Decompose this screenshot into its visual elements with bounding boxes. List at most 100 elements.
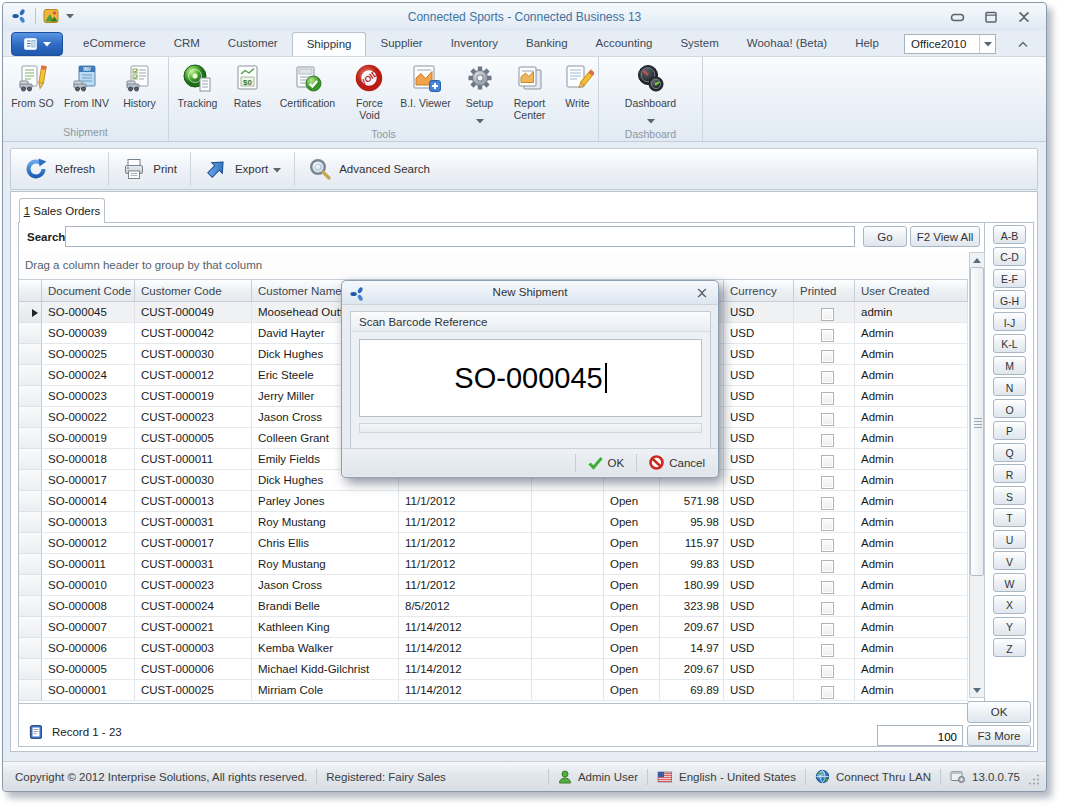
alphabet-button-a-b[interactable]: A-B — [993, 225, 1026, 244]
restore-button[interactable] — [981, 9, 1001, 25]
search-input[interactable] — [65, 226, 855, 247]
printed-checkbox[interactable] — [821, 539, 834, 552]
printed-checkbox[interactable] — [821, 497, 834, 510]
column-header-customer-code[interactable]: Customer Code — [135, 279, 252, 302]
alphabet-button-v[interactable]: V — [993, 551, 1026, 570]
printed-checkbox[interactable] — [821, 392, 834, 405]
toolbar-button-export[interactable]: Export — [191, 149, 294, 189]
table-row[interactable]: SO-000010CUST-000023Jason Cross11/1/2012… — [19, 575, 968, 596]
page-size-input[interactable] — [877, 725, 963, 746]
application-menu-button[interactable] — [11, 32, 63, 56]
ribbon-button-dashboard[interactable]: Dashboard — [599, 60, 702, 128]
minimize-button[interactable] — [948, 9, 968, 25]
printed-checkbox[interactable] — [821, 581, 834, 594]
table-row[interactable]: SO-000006CUST-000003Kemba Walker11/14/20… — [19, 638, 968, 659]
alphabet-button-x[interactable]: X — [993, 595, 1026, 614]
dialog-cancel-button[interactable]: Cancel — [637, 449, 717, 476]
column-header-currency[interactable]: Currency — [724, 279, 794, 302]
toolbar-button-advanced-search[interactable]: Advanced Search — [295, 149, 443, 189]
printed-checkbox[interactable] — [821, 602, 834, 615]
ribbon-button-tracking[interactable]: Tracking — [170, 60, 226, 128]
printed-checkbox[interactable] — [821, 623, 834, 636]
alphabet-button-w[interactable]: W — [993, 573, 1026, 592]
alphabet-button-o[interactable]: O — [993, 399, 1026, 418]
printed-checkbox[interactable] — [821, 308, 834, 321]
column-header-document-code[interactable]: Document Code — [42, 279, 135, 302]
ribbon-tab-woohaa-beta-[interactable]: Woohaa! (Beta) — [733, 32, 841, 56]
printed-checkbox[interactable] — [821, 455, 834, 468]
alphabet-button-k-l[interactable]: K-L — [993, 334, 1026, 353]
table-row[interactable]: SO-000008CUST-000024Brandi Belle8/5/2012… — [19, 596, 968, 617]
ribbon-tab-ecommerce[interactable]: eCommerce — [69, 32, 160, 56]
view-all-button[interactable]: F2 View All — [910, 226, 980, 247]
alphabet-button-r[interactable]: R — [993, 464, 1026, 483]
ribbon-button-from-inv[interactable]: INVFrom INV — [59, 60, 115, 126]
close-button[interactable] — [1014, 9, 1034, 25]
more-button[interactable]: F3 More — [967, 725, 1031, 746]
ribbon-tab-accounting[interactable]: Accounting — [582, 32, 667, 56]
ribbon-button-history[interactable]: History — [115, 60, 165, 126]
ribbon-tab-crm[interactable]: CRM — [160, 32, 214, 56]
printed-checkbox[interactable] — [821, 665, 834, 678]
barcode-input[interactable]: SO-000045 — [359, 339, 702, 417]
status-connection[interactable]: Connect Thru LAN — [815, 769, 931, 784]
ribbon-button-from-so[interactable]: From SO — [7, 60, 59, 126]
toolbar-button-print[interactable]: Print — [109, 149, 190, 189]
dialog-ok-button[interactable]: OK — [576, 449, 637, 476]
ribbon-button-b-i-viewer[interactable]: B.I. Viewer — [394, 60, 458, 128]
ribbon-tab-inventory[interactable]: Inventory — [437, 32, 512, 56]
ribbon-button-force-void[interactable]: VOIDForceVoid — [346, 60, 394, 128]
printed-checkbox[interactable] — [821, 350, 834, 363]
ribbon-button-setup[interactable]: Setup — [458, 60, 502, 128]
printed-checkbox[interactable] — [821, 644, 834, 657]
status-language[interactable]: English - United States — [657, 770, 796, 784]
alphabet-button-u[interactable]: U — [993, 530, 1026, 549]
ribbon-tab-help[interactable]: Help — [841, 32, 893, 56]
alphabet-button-y[interactable]: Y — [993, 617, 1026, 636]
alphabet-button-z[interactable]: Z — [993, 638, 1026, 657]
alphabet-button-t[interactable]: T — [993, 508, 1026, 527]
scrollbar-thumb[interactable] — [970, 267, 984, 576]
scroll-up-icon[interactable] — [970, 253, 984, 267]
alphabet-button-n[interactable]: N — [993, 377, 1026, 396]
tab-sales-orders[interactable]: 1 Sales Orders — [19, 198, 105, 223]
ribbon-tab-system[interactable]: System — [666, 32, 732, 56]
column-header-printed[interactable]: Printed — [794, 279, 855, 302]
table-row[interactable]: SO-000005CUST-000006Michael Kidd-Gilchri… — [19, 659, 968, 680]
resize-grip[interactable] — [1028, 773, 1040, 787]
alphabet-button-p[interactable]: P — [993, 421, 1026, 440]
alphabet-button-s[interactable]: S — [993, 486, 1026, 505]
printed-checkbox[interactable] — [821, 476, 834, 489]
printed-checkbox[interactable] — [821, 560, 834, 573]
table-row[interactable]: SO-000012CUST-000017Chris Ellis11/1/2012… — [19, 533, 968, 554]
ribbon-tab-supplier[interactable]: Supplier — [366, 32, 436, 56]
ribbon-tab-customer[interactable]: Customer — [214, 32, 292, 56]
table-row[interactable]: SO-000014CUST-000013Parley Jones11/1/201… — [19, 491, 968, 512]
alphabet-button-q[interactable]: Q — [993, 443, 1026, 462]
printed-checkbox[interactable] — [821, 686, 834, 699]
alphabet-button-m[interactable]: M — [993, 356, 1026, 375]
alphabet-button-i-j[interactable]: I-J — [993, 312, 1026, 331]
go-button[interactable]: Go — [863, 226, 907, 247]
ribbon-button-certification[interactable]: Certification — [270, 60, 346, 128]
alphabet-button-c-d[interactable]: C-D — [993, 247, 1026, 266]
ribbon-button-report-center[interactable]: ReportCenter — [502, 60, 558, 128]
theme-dropdown-icon[interactable] — [979, 35, 995, 53]
ribbon-tab-shipping[interactable]: Shipping — [292, 32, 367, 56]
printed-checkbox[interactable] — [821, 371, 834, 384]
printed-checkbox[interactable] — [821, 434, 834, 447]
ribbon-tab-banking[interactable]: Banking — [512, 32, 582, 56]
printed-checkbox[interactable] — [821, 413, 834, 426]
vertical-scrollbar[interactable] — [969, 252, 985, 698]
collapse-ribbon-icon[interactable] — [1014, 36, 1032, 52]
alphabet-button-g-h[interactable]: G-H — [993, 290, 1026, 309]
table-row[interactable]: SO-000001CUST-000025Mirriam Cole11/14/20… — [19, 680, 968, 701]
table-row[interactable]: SO-000011CUST-000031Roy Mustang11/1/2012… — [19, 554, 968, 575]
printed-checkbox[interactable] — [821, 329, 834, 342]
theme-selector[interactable]: Office2010 — [904, 34, 996, 54]
ribbon-button-write[interactable]: Write — [558, 60, 598, 128]
dialog-close-icon[interactable] — [694, 285, 710, 301]
table-row[interactable]: SO-000013CUST-000031Roy Mustang11/1/2012… — [19, 512, 968, 533]
table-row[interactable]: SO-000007CUST-000021Kathleen King11/14/2… — [19, 617, 968, 638]
scroll-down-icon[interactable] — [970, 683, 984, 697]
